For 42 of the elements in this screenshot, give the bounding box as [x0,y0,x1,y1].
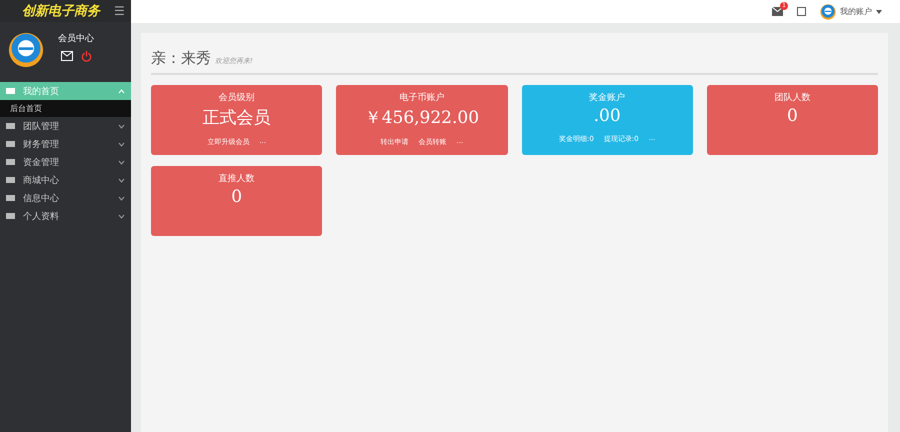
sidebar-item[interactable]: 资金管理 [0,153,131,171]
menu-item-icon [6,122,15,130]
card-title: 直推人数 [218,172,255,185]
sidebar-item[interactable]: 商城中心 [0,171,131,189]
menu-item-icon [6,212,15,220]
card-value: .00 [594,106,621,126]
card-value: 0 [231,187,242,207]
sidebar-item[interactable]: 信息中心 [0,189,131,207]
card-title: 电子币账户 [399,92,444,104]
user-menu[interactable]: 我的账户 [840,6,872,17]
sidebar-item[interactable]: 财务管理 [0,135,131,153]
logo-icon [8,32,44,68]
logo-text: 创新电子商务 [22,2,100,20]
menu-item-icon [6,176,15,184]
profile-title: 会员中心 [58,32,94,45]
card-value: ￥456,922.00 [364,107,480,129]
mail-icon[interactable] [60,51,72,61]
chevron-icon [118,124,125,128]
menu-item-icon [6,140,15,148]
sidebar-item[interactable]: 团队管理 [0,117,131,135]
chevron-icon [118,214,125,218]
chevron-icon [118,160,125,164]
card-value: 0 [786,106,798,126]
mail-icon[interactable] [772,7,783,16]
fullscreen-icon[interactable] [797,7,806,16]
menu-item-icon [6,158,15,166]
chevron-icon [118,196,125,200]
chevron-icon [118,88,125,94]
menu-item-icon [6,87,15,95]
chevron-icon [118,178,125,182]
menu-item-icon [6,194,15,202]
chevron-icon [118,142,125,146]
submenu-item[interactable]: 后台首页 [0,100,131,117]
caret-icon[interactable] [876,10,882,14]
card-title: 奖金账户 [589,92,626,104]
greeting-title: 亲：来秀 [151,49,211,68]
power-icon[interactable] [80,51,92,62]
card-value: 正式会员 [202,107,271,129]
card-title: 会员级别 [218,92,255,104]
sidebar-item[interactable]: 个人资料 [0,207,131,225]
card-title: 团队人数 [774,92,810,104]
logo-icon [820,4,836,20]
